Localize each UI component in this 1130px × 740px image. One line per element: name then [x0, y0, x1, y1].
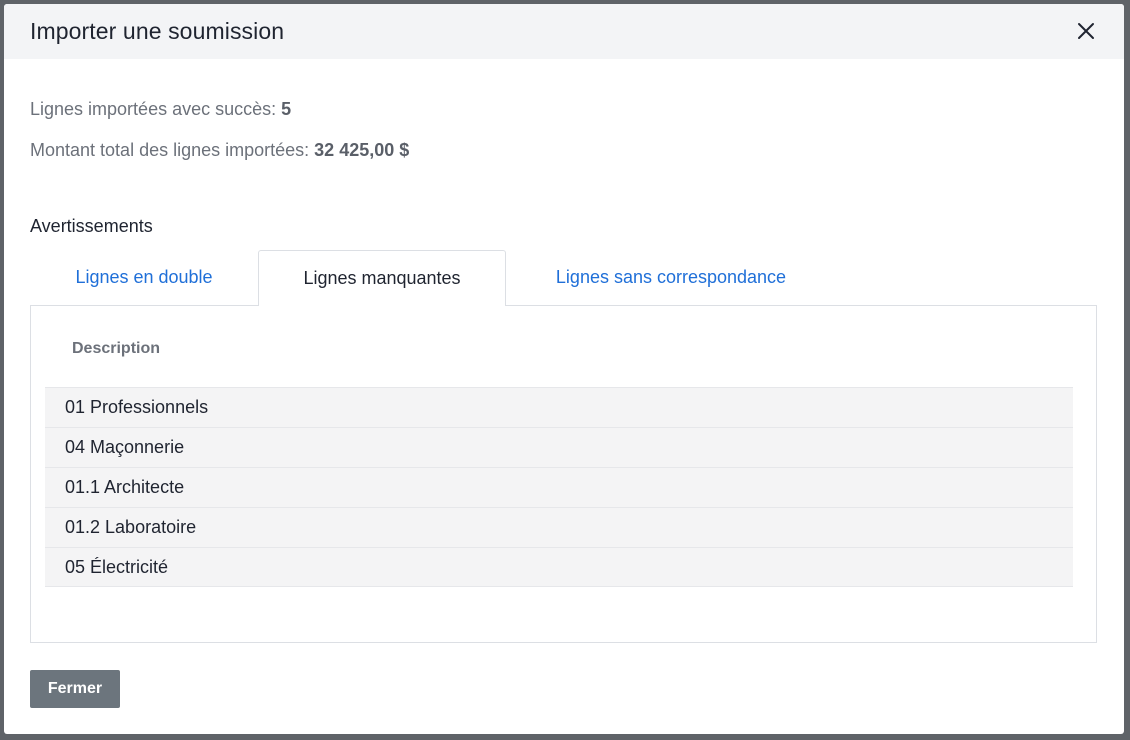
imported-lines-count: 5 — [281, 99, 292, 119]
close-button[interactable] — [1074, 19, 1098, 43]
missing-lines-panel: Description 01 Professionnels 04 Maçonne… — [30, 305, 1097, 643]
total-amount-label: Montant total des lignes importées: — [30, 140, 310, 160]
missing-lines-list: 01 Professionnels 04 Maçonnerie 01.1 Arc… — [45, 387, 1073, 587]
warnings-tabs: Lignes en double Lignes manquantes Ligne… — [30, 250, 1097, 306]
tab-duplicate-lines[interactable]: Lignes en double — [30, 250, 258, 305]
total-amount-value: 32 425,00 $ — [314, 140, 410, 160]
table-row: 01.2 Laboratoire — [45, 507, 1073, 547]
table-row: 05 Électricité — [45, 547, 1073, 587]
tab-missing-lines[interactable]: Lignes manquantes — [258, 250, 506, 306]
table-row: 01.1 Architecte — [45, 467, 1073, 507]
import-submission-dialog: Importer une soumission Lignes importées… — [4, 4, 1124, 734]
tab-unmatched-lines[interactable]: Lignes sans correspondance — [506, 250, 836, 305]
close-icon — [1078, 23, 1094, 39]
imported-lines-label: Lignes importées avec succès: — [30, 99, 277, 119]
table-row: 04 Maçonnerie — [45, 427, 1073, 467]
warnings-heading: Avertissements — [30, 216, 153, 236]
table-row: 01 Professionnels — [45, 387, 1073, 427]
close-dialog-button[interactable]: Fermer — [30, 670, 120, 708]
imported-lines-summary: Lignes importées avec succès: 5 — [30, 99, 291, 120]
dialog-header: Importer une soumission — [4, 4, 1124, 59]
total-amount-summary: Montant total des lignes importées: 32 4… — [30, 140, 409, 161]
dialog-title: Importer une soumission — [30, 18, 285, 44]
description-column-header: Description — [72, 340, 161, 357]
